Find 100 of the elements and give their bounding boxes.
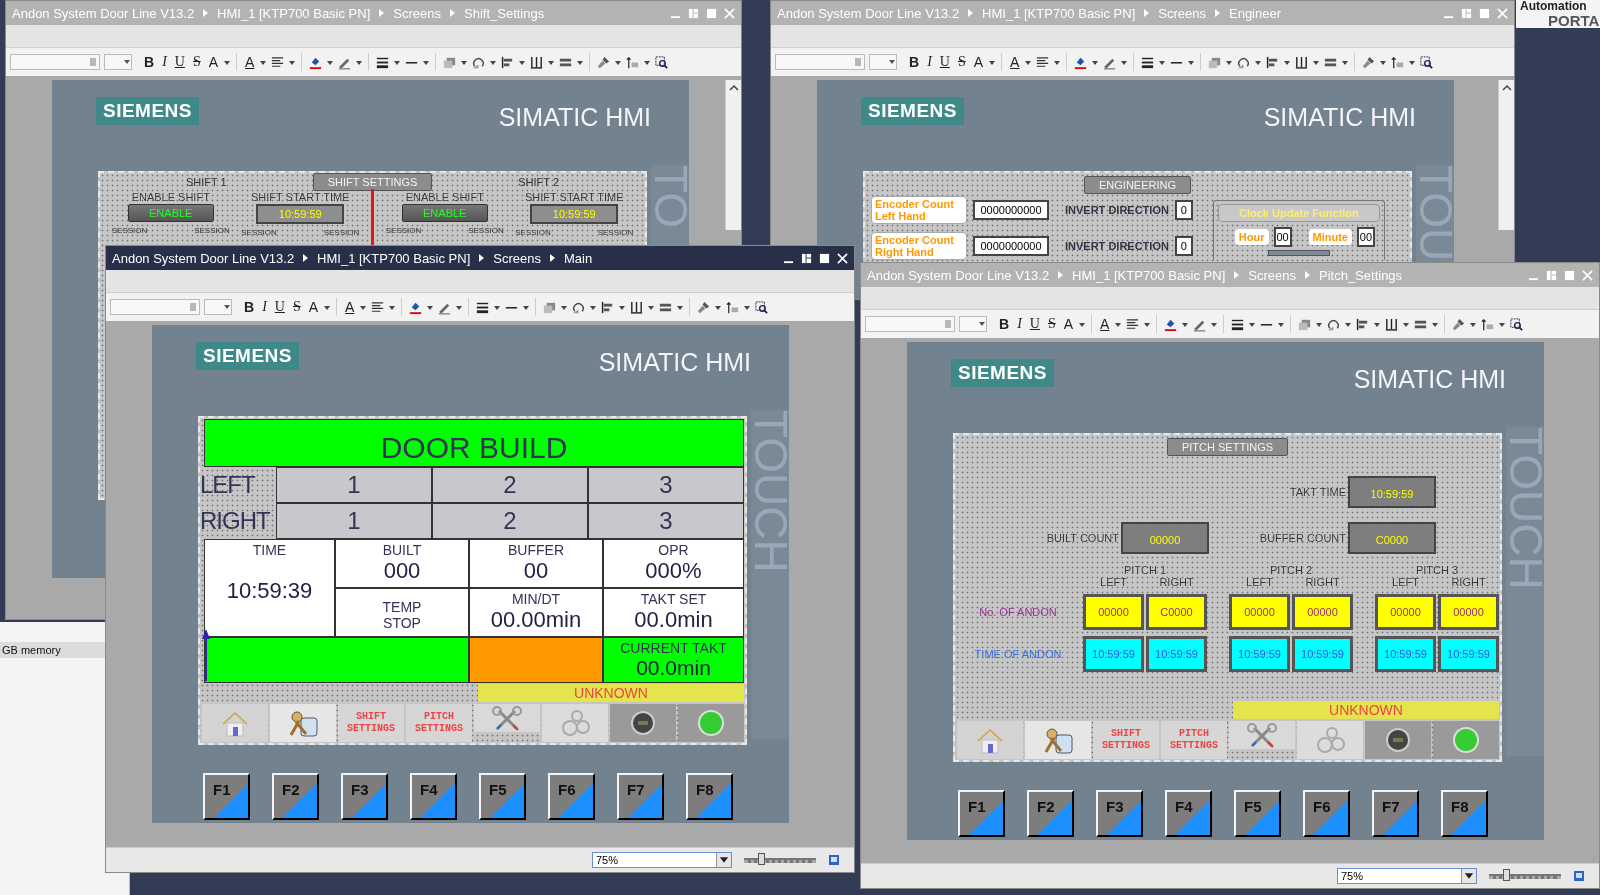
dropdown-arrow-icon[interactable]: [590, 303, 597, 311]
count-field[interactable]: C0000: [1348, 522, 1436, 554]
format-button[interactable]: A: [1061, 316, 1076, 332]
format-button[interactable]: I: [160, 54, 169, 70]
brush-icon[interactable]: [596, 54, 612, 70]
dropdown-arrow-icon[interactable]: [1284, 58, 1291, 66]
andon-field[interactable]: 10:59:59: [1438, 636, 1499, 672]
dropdown-arrow-icon[interactable]: [461, 58, 468, 66]
format-button[interactable]: S: [955, 54, 968, 70]
size-dropdown[interactable]: [204, 299, 232, 315]
nav-button[interactable]: [1025, 721, 1091, 759]
dropdown-arrow-icon[interactable]: [1121, 58, 1128, 66]
font-field[interactable]: [865, 316, 955, 332]
dropdown-arrow-icon[interactable]: [1342, 58, 1349, 66]
andon-field[interactable]: 10:59:59: [1229, 636, 1290, 672]
format-button[interactable]: S: [1045, 316, 1058, 332]
distribute-icon[interactable]: [1384, 316, 1400, 332]
andon-field[interactable]: 10:59:59: [1146, 636, 1207, 672]
function-key[interactable]: F3: [341, 773, 388, 820]
font-field[interactable]: [110, 299, 200, 315]
dropdown-arrow-icon[interactable]: [615, 58, 622, 66]
dropdown-arrow-icon[interactable]: [1345, 320, 1352, 328]
andon-field[interactable]: 10:59:59: [1292, 636, 1353, 672]
format-button[interactable]: B: [242, 299, 257, 315]
minute-field[interactable]: 00: [1356, 227, 1375, 247]
distribute-icon[interactable]: [1294, 54, 1310, 70]
slider-thumb[interactable]: [758, 852, 766, 865]
zoom-select[interactable]: 75%: [592, 852, 732, 868]
format-button[interactable]: A: [306, 299, 321, 315]
dropdown-arrow-icon[interactable]: [327, 58, 334, 66]
andon-field[interactable]: 00000: [1438, 594, 1499, 630]
format-button[interactable]: U: [937, 54, 952, 70]
dropdown-arrow-icon[interactable]: [490, 58, 497, 66]
scroll-bar[interactable]: [725, 80, 741, 230]
text-color-button[interactable]: A: [1098, 316, 1112, 332]
nav-button[interactable]: SHIFT SETTINGS: [338, 704, 404, 742]
align-icon[interactable]: [270, 54, 286, 70]
breadcrumb-item[interactable]: HMI_1 [KTP700 Basic PN]: [317, 250, 471, 266]
dropdown-arrow-icon[interactable]: [1409, 58, 1416, 66]
hour-field[interactable]: 00: [1273, 227, 1292, 247]
text-color-button[interactable]: A: [1008, 54, 1022, 70]
nav-button[interactable]: PITCH SETTINGS: [406, 704, 472, 742]
zoom-select-icon[interactable]: [654, 54, 670, 70]
text-color-button[interactable]: A: [343, 299, 357, 315]
dropdown-arrow-icon[interactable]: [519, 58, 526, 66]
format-button[interactable]: I: [260, 299, 269, 315]
function-key[interactable]: F7: [1372, 790, 1419, 837]
function-key[interactable]: F5: [479, 773, 526, 820]
distribute-icon[interactable]: [629, 299, 645, 315]
time-field[interactable]: 10:59:59: [256, 204, 345, 224]
size-dropdown[interactable]: [869, 54, 897, 70]
window-icon[interactable]: [1573, 870, 1585, 882]
dropdown-arrow-icon[interactable]: [1188, 58, 1195, 66]
scroll-bar[interactable]: [1498, 80, 1514, 230]
count-field[interactable]: 00000: [1121, 522, 1209, 554]
function-key[interactable]: F1: [203, 773, 250, 820]
breadcrumb-item[interactable]: Andon System Door Line V13.2: [112, 250, 295, 266]
dropdown-arrow-icon[interactable]: [494, 303, 501, 311]
time-field[interactable]: 10:59:59: [530, 204, 619, 224]
andon-field[interactable]: 10:59:59: [1375, 636, 1436, 672]
dropdown-arrow-icon[interactable]: [715, 303, 722, 311]
takt-field[interactable]: 10:59:59: [1348, 476, 1436, 508]
format-button[interactable]: B: [907, 54, 922, 70]
dropdown-arrow-icon[interactable]: [324, 303, 331, 311]
count-field[interactable]: 0000000000: [973, 200, 1049, 220]
function-key[interactable]: F2: [1027, 790, 1074, 837]
dropdown-arrow-icon[interactable]: [1144, 320, 1151, 328]
dropdown-arrow-icon[interactable]: [224, 58, 231, 66]
dropdown-arrow-icon[interactable]: [1079, 320, 1086, 328]
format-button[interactable]: U: [1027, 316, 1042, 332]
dropdown-arrow-icon[interactable]: [1278, 320, 1285, 328]
function-key[interactable]: F5: [1234, 790, 1281, 837]
function-key[interactable]: F6: [1303, 790, 1350, 837]
format-button[interactable]: U: [172, 54, 187, 70]
format-button[interactable]: A: [206, 54, 221, 70]
nav-button[interactable]: PITCH SETTINGS: [1161, 721, 1227, 759]
andon-field[interactable]: 00000: [1229, 594, 1290, 630]
dropdown-arrow-icon[interactable]: [648, 303, 655, 311]
dropdown-arrow-icon[interactable]: [1182, 320, 1189, 328]
format-button[interactable]: A: [971, 54, 986, 70]
scroll-up-icon[interactable]: [1501, 84, 1512, 92]
andon-field[interactable]: 10:59:59: [1083, 636, 1144, 672]
brush-icon[interactable]: [1361, 54, 1377, 70]
dropdown-arrow-icon[interactable]: [394, 58, 401, 66]
distribute-icon[interactable]: [529, 54, 545, 70]
brush-icon[interactable]: [1451, 316, 1467, 332]
andon-field[interactable]: C0000: [1146, 594, 1207, 630]
dropdown-arrow-icon[interactable]: [744, 303, 751, 311]
dropdown-arrow-icon[interactable]: [523, 303, 530, 311]
dropdown-arrow-icon[interactable]: [289, 58, 296, 66]
count-field[interactable]: 0000000000: [973, 236, 1049, 256]
dropdown-arrow-icon[interactable]: [548, 58, 555, 66]
function-key[interactable]: F6: [548, 773, 595, 820]
function-key[interactable]: F3: [1096, 790, 1143, 837]
nav-button[interactable]: [270, 704, 336, 742]
dropdown-arrow-icon[interactable]: [423, 58, 430, 66]
dropdown-arrow-icon[interactable]: [577, 58, 584, 66]
dropdown-arrow-icon[interactable]: [427, 303, 434, 311]
function-key[interactable]: F1: [958, 790, 1005, 837]
andon-field[interactable]: 00000: [1375, 594, 1436, 630]
